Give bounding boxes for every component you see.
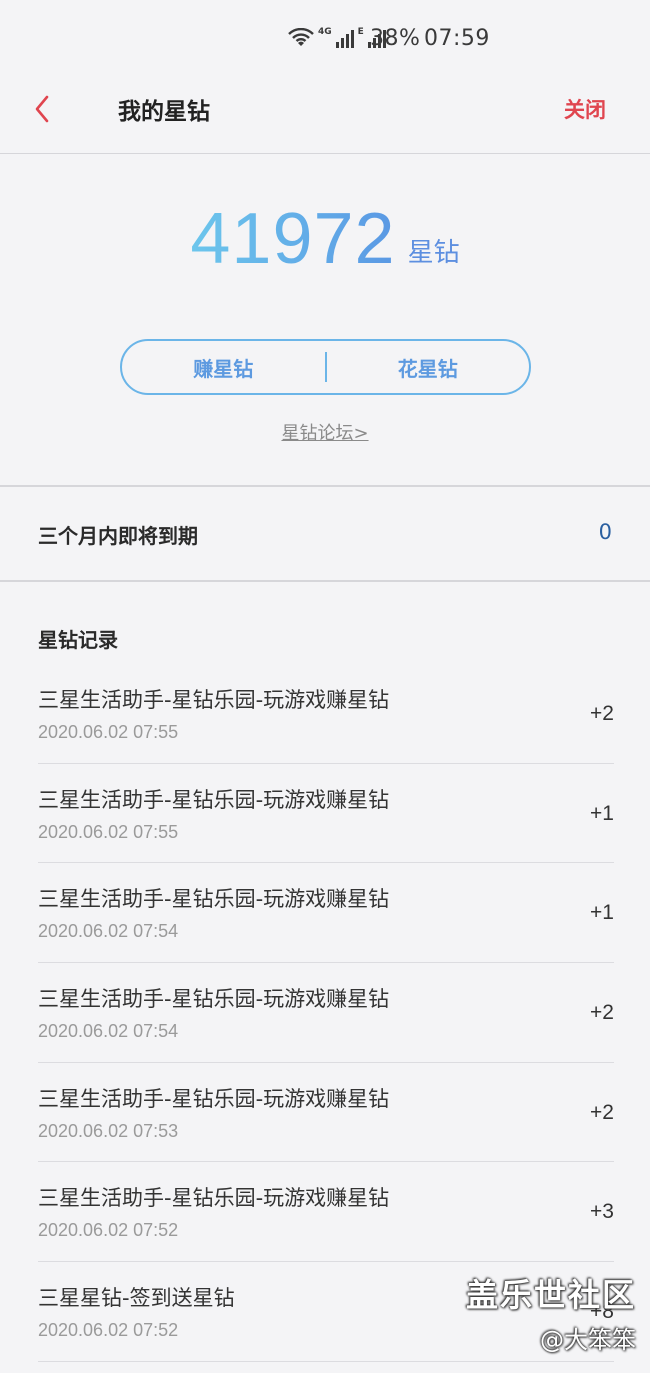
clock: 07:59 (424, 26, 490, 51)
record-time: 2020.06.02 07:52 (38, 1320, 179, 1341)
record-name: 三星生活助手-星钻乐园-玩游戏赚星钻 (38, 688, 390, 712)
expiring-label: 三个月内即将到期 (38, 524, 198, 548)
expiring-row: 三个月内即将到期 0 (0, 488, 650, 580)
balance-row: 41972 星钻 (0, 197, 650, 281)
record-points: +2 (590, 1100, 614, 1124)
record-points: +3 (590, 1200, 614, 1224)
record-name: 三星生活助手-星钻乐园-玩游戏赚星钻 (38, 1186, 390, 1211)
spend-button[interactable]: 花星钻 (327, 353, 530, 382)
record-name: 三星生活助手-星钻乐园-玩游戏赚星钻 (38, 1086, 390, 1111)
record-time: 2020.06.02 07:55 (38, 722, 179, 742)
balance-unit: 星钻 (407, 238, 460, 268)
close-button[interactable]: 关闭 (564, 94, 606, 124)
page-title: 我的星钻 (118, 99, 210, 125)
list-item[interactable]: 三星生活助手-星钻乐园-玩游戏赚星钻 2020.06.02 07:54 +1 (38, 863, 614, 964)
record-points: +2 (590, 702, 614, 725)
record-time: 2020.06.02 07:55 (38, 821, 179, 842)
signal-icon (335, 28, 354, 48)
earn-spend-toggle: 赚星钻 花星钻 (120, 339, 531, 395)
list-item[interactable]: 三星生活助手-星钻乐园-玩游戏赚星钻 2020.06.02 07:52 +3 (38, 1162, 614, 1263)
record-time: 2020.06.02 07:52 (38, 1220, 179, 1241)
record-time: 2020.06.02 07:54 (38, 921, 179, 942)
record-time: 2020.06.02 07:53 (38, 1120, 179, 1141)
record-list: 三星生活助手-星钻乐园-玩游戏赚星钻 2020.06.02 07:55 +2 三… (38, 664, 614, 1362)
record-points: +1 (590, 901, 614, 925)
balance-value: 41972 (190, 199, 396, 279)
record-name: 三星生活助手-星钻乐园-玩游戏赚星钻 (38, 987, 390, 1012)
record-name: 三星星钻-签到送星钻 (38, 1286, 235, 1311)
expiring-value: 0 (598, 520, 612, 544)
record-name: 三星生活助手-星钻乐园-玩游戏赚星钻 (38, 787, 390, 812)
app-bar: 我的星钻 关闭 (0, 66, 650, 154)
chevron-left-icon[interactable] (30, 94, 54, 124)
battery-percentage: 38% (370, 26, 421, 51)
section-divider (0, 485, 650, 487)
forum-link[interactable]: 星钻论坛> (0, 419, 650, 445)
watermark: 盖乐世社区 @大笨笨 (466, 1270, 636, 1355)
list-item[interactable]: 三星生活助手-星钻乐园-玩游戏赚星钻 2020.06.02 07:53 +2 (38, 1063, 614, 1163)
network-type-label-2: E (357, 27, 364, 37)
list-item[interactable]: 三星生活助手-星钻乐园-玩游戏赚星钻 2020.06.02 07:55 +2 (38, 664, 614, 764)
watermark-title: 盖乐世社区 (465, 1276, 636, 1314)
record-time: 2020.06.02 07:54 (38, 1021, 179, 1042)
record-points: +1 (590, 801, 614, 825)
section-divider (0, 580, 650, 582)
records-title: 星钻记录 (38, 628, 118, 652)
watermark-author: @大笨笨 (540, 1326, 636, 1354)
list-item[interactable]: 三星生活助手-星钻乐园-玩游戏赚星钻 2020.06.02 07:55 +1 (38, 764, 614, 864)
wifi-icon (288, 27, 314, 48)
record-points: +2 (590, 1001, 614, 1025)
network-type-label: 4G (318, 27, 332, 37)
earn-button[interactable]: 赚星钻 (122, 353, 325, 382)
list-item[interactable]: 三星生活助手-星钻乐园-玩游戏赚星钻 2020.06.02 07:54 +2 (38, 963, 614, 1063)
record-name: 三星生活助手-星钻乐园-玩游戏赚星钻 (38, 887, 390, 912)
balance-section: 41972 星钻 赚星钻 花星钻 星钻论坛> (0, 155, 650, 485)
